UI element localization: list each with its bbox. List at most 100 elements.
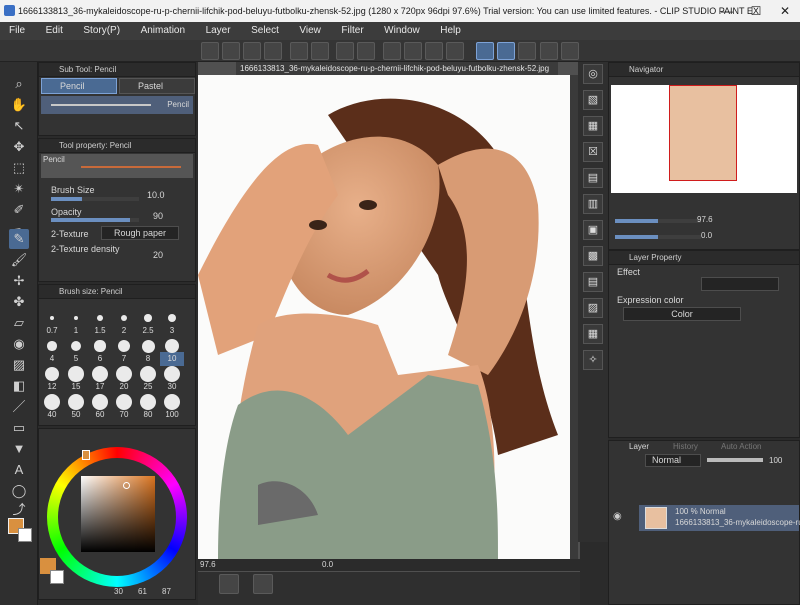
canvas-vertical-scrollbar[interactable] <box>570 75 578 559</box>
brush-size-option[interactable]: 1.5 <box>88 324 112 338</box>
brush-size-option[interactable]: 50 <box>64 408 88 422</box>
color-set-icon[interactable]: ▦ <box>583 116 603 136</box>
navigator-zoom-value[interactable]: 97.6 <box>697 215 713 224</box>
brush-size-option[interactable]: 25 <box>136 380 160 394</box>
opacity-slider[interactable] <box>51 218 139 222</box>
undo-icon[interactable] <box>290 42 308 60</box>
deselect-icon[interactable] <box>404 42 422 60</box>
hue-picker-handle[interactable] <box>82 450 90 460</box>
subtool-tab-pastel[interactable]: Pastel <box>119 78 195 94</box>
operation-icon[interactable]: ↖ <box>9 116 29 136</box>
item-bank-icon[interactable]: ▩ <box>583 246 603 266</box>
text-icon[interactable]: A <box>9 460 29 480</box>
menu-layer[interactable]: Layer <box>197 22 240 40</box>
brush-size-option[interactable]: 2.5 <box>136 324 160 338</box>
saturation-value-square[interactable] <box>81 476 155 552</box>
menu-story[interactable]: Story(P) <box>74 22 129 40</box>
canvas-image[interactable] <box>198 75 570 559</box>
pencil-icon[interactable]: ✎ <box>9 229 29 249</box>
eraser-icon[interactable]: ▱ <box>9 313 29 333</box>
snap-grid-icon[interactable] <box>518 42 536 60</box>
history-icon[interactable]: ▤ <box>583 168 603 188</box>
brush-size-option[interactable]: 6 <box>88 352 112 366</box>
selection-fill-icon[interactable] <box>446 42 464 60</box>
menu-edit[interactable]: Edit <box>37 22 72 40</box>
layer-opacity-value[interactable]: 100 <box>769 456 782 465</box>
transform-icon[interactable] <box>383 42 401 60</box>
brush-size-option[interactable]: 8 <box>136 352 160 366</box>
save-icon[interactable] <box>264 42 282 60</box>
close-button[interactable]: ✕ <box>772 0 798 22</box>
frame-border-icon[interactable]: ▭ <box>9 418 29 438</box>
menu-view[interactable]: View <box>290 22 330 40</box>
invert-selection-icon[interactable] <box>425 42 443 60</box>
hand-icon[interactable]: ✋ <box>9 95 29 115</box>
brush-size-option[interactable]: 2 <box>112 324 136 338</box>
selected-brush-item[interactable]: Pencil <box>41 96 193 114</box>
blend-icon[interactable]: ◉ <box>9 334 29 354</box>
brush-size-option[interactable]: 0.7 <box>40 324 64 338</box>
brush-size-slider[interactable] <box>51 197 139 201</box>
brush-size-option[interactable]: 12 <box>40 380 64 394</box>
document-tab[interactable]: 1666133813_36-mykaleidoscope-ru-p-cherni… <box>236 62 558 75</box>
speech-balloon-icon[interactable]: ◯ <box>9 481 29 501</box>
figure-icon[interactable]: ／ <box>9 397 29 417</box>
eyedropper-icon[interactable]: ✐ <box>9 200 29 220</box>
menu-help[interactable]: Help <box>431 22 470 40</box>
brush-icon[interactable]: 🖌 <box>9 250 29 270</box>
brush-size-option[interactable]: 1 <box>64 324 88 338</box>
snap-ruler-icon[interactable] <box>476 42 494 60</box>
brush-size-option[interactable]: 5 <box>64 352 88 366</box>
layer-row[interactable]: 100 % Normal 1666133813_36-mykaleidoscop… <box>639 505 800 531</box>
texture-density-value[interactable]: 20 <box>153 250 163 260</box>
opacity-value[interactable]: 90 <box>153 211 163 221</box>
minimize-button[interactable]: — <box>714 0 740 22</box>
snap-special-ruler-icon[interactable] <box>497 42 515 60</box>
clip-studio-icon[interactable] <box>201 42 219 60</box>
effect-buttons[interactable] <box>701 277 779 291</box>
canvas-zoom-value[interactable]: 97.6 <box>200 560 216 569</box>
airbrush-icon[interactable]: ✢ <box>9 271 29 291</box>
navigator-icon[interactable]: ◎ <box>583 64 603 84</box>
menu-animation[interactable]: Animation <box>132 22 194 40</box>
brush-size-option[interactable]: 4 <box>40 352 64 366</box>
eye-icon[interactable]: ◉ <box>613 511 622 522</box>
brush-size-option[interactable]: 60 <box>88 408 112 422</box>
fill-icon[interactable] <box>357 42 375 60</box>
canvas-rotation-value[interactable]: 0.0 <box>322 560 333 569</box>
layer-opacity-slider[interactable] <box>707 458 763 462</box>
navigator-zoom-slider[interactable] <box>615 219 701 223</box>
navigator-rotation-value[interactable]: 0.0 <box>701 231 712 240</box>
navigator-preview[interactable] <box>611 85 797 193</box>
layer-search-icon[interactable]: ▥ <box>583 194 603 214</box>
subtool-tab-pencil[interactable]: Pencil <box>41 78 117 94</box>
menu-filter[interactable]: Filter <box>332 22 372 40</box>
sub-color-box[interactable] <box>50 570 64 584</box>
brush-size-option[interactable]: 40 <box>40 408 64 422</box>
sv-picker-handle[interactable] <box>123 482 130 489</box>
brush-size-option[interactable]: 80 <box>136 408 160 422</box>
brush-size-value[interactable]: 10.0 <box>147 190 165 200</box>
quick-access-icon[interactable]: ▨ <box>583 298 603 318</box>
fill-tool-icon[interactable]: ▨ <box>9 355 29 375</box>
material-icon[interactable]: ☒ <box>583 142 603 162</box>
redo-icon[interactable] <box>311 42 329 60</box>
move-layer-icon[interactable]: ✥ <box>9 137 29 157</box>
tab-auto-action[interactable]: Auto Action <box>721 442 761 451</box>
menu-file[interactable]: File <box>0 22 34 40</box>
navigator-view-frame[interactable] <box>669 85 737 181</box>
brush-size-option[interactable]: 70 <box>112 408 136 422</box>
animation-cels-icon[interactable]: ▣ <box>583 220 603 240</box>
tool-palette-icon[interactable]: ▧ <box>583 90 603 110</box>
new-file-icon[interactable] <box>222 42 240 60</box>
selection-icon[interactable]: ⬚ <box>9 158 29 178</box>
figure-pose-icon[interactable]: ✧ <box>583 350 603 370</box>
auto-action-icon[interactable]: ▦ <box>583 324 603 344</box>
brush-size-option[interactable]: 7 <box>112 352 136 366</box>
settings-icon[interactable] <box>561 42 579 60</box>
brush-size-option[interactable]: 15 <box>64 380 88 394</box>
page-manager-icon[interactable] <box>253 574 273 594</box>
brush-size-option[interactable]: 100 <box>160 408 184 422</box>
correct-line-icon[interactable]: ⤴ <box>9 500 29 520</box>
brush-size-option[interactable]: 20 <box>112 380 136 394</box>
